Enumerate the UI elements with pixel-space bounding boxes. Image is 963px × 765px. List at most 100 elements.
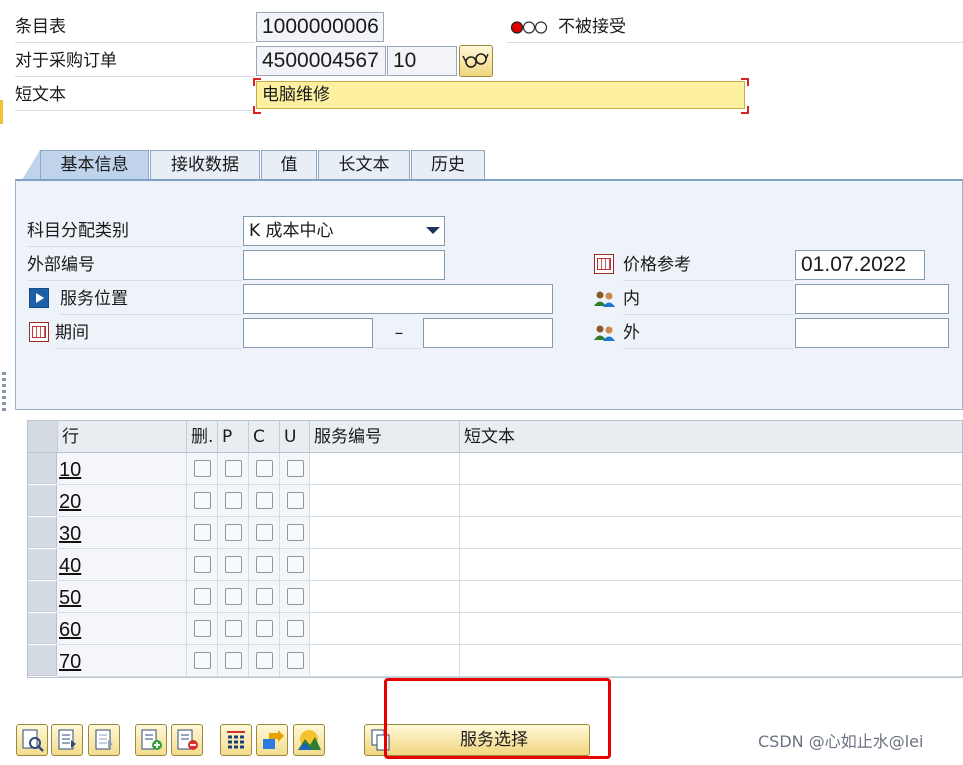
short-text-cell[interactable] <box>460 517 962 549</box>
short-text-cell[interactable] <box>460 613 962 645</box>
u-checkbox[interactable] <box>287 460 304 477</box>
row-selector[interactable] <box>28 453 57 484</box>
short-text-cell[interactable] <box>460 549 962 581</box>
u-checkbox[interactable] <box>287 556 304 573</box>
service-number-cell[interactable] <box>310 453 460 485</box>
col-header-short-text[interactable]: 短文本 <box>460 421 962 453</box>
play-icon[interactable] <box>29 288 49 308</box>
period-to-input[interactable] <box>423 318 553 348</box>
item-list-field[interactable]: 1000000006 <box>256 12 384 42</box>
resize-grip[interactable] <box>2 372 6 412</box>
u-checkbox[interactable] <box>287 524 304 541</box>
po-item-field[interactable]: 10 <box>387 46 457 76</box>
row-selector[interactable] <box>28 613 57 644</box>
service-number-cell[interactable] <box>310 549 460 581</box>
ext-number-input[interactable] <box>243 250 445 280</box>
short-text-cell[interactable] <box>460 485 962 517</box>
service-loc-input[interactable] <box>243 284 553 314</box>
c-checkbox[interactable] <box>256 652 273 669</box>
select-all-corner[interactable] <box>28 421 58 453</box>
delete-checkbox[interactable] <box>194 460 211 477</box>
delete-checkbox[interactable] <box>194 524 211 541</box>
col-header-line[interactable]: 行 <box>58 421 187 453</box>
c-checkbox[interactable] <box>256 460 273 477</box>
p-checkbox[interactable] <box>225 524 242 541</box>
row-selector[interactable] <box>28 485 57 516</box>
line-number-link[interactable]: 70 <box>59 645 81 677</box>
u-checkbox[interactable] <box>287 620 304 637</box>
line-number-link[interactable]: 50 <box>59 581 81 613</box>
chevron-down-icon[interactable] <box>426 227 440 234</box>
deselect-icon[interactable] <box>88 724 120 756</box>
insert-row-icon[interactable] <box>135 724 167 756</box>
delete-checkbox[interactable] <box>194 652 211 669</box>
status-traffic-light-icon <box>510 20 552 35</box>
short-text-cell[interactable] <box>460 581 962 613</box>
tab-basic-info[interactable]: 基本信息 <box>40 150 149 180</box>
service-number-cell[interactable] <box>310 645 460 677</box>
line-number-link[interactable]: 10 <box>59 453 81 485</box>
col-header-u[interactable]: U <box>280 421 310 453</box>
row-selector[interactable] <box>28 581 57 612</box>
row-selector[interactable] <box>28 645 57 676</box>
col-header-p[interactable]: P <box>218 421 249 453</box>
p-checkbox[interactable] <box>225 620 242 637</box>
po-number-field[interactable]: 4500004567 <box>256 46 386 76</box>
external-input[interactable] <box>795 318 949 348</box>
price-ref-input[interactable]: 01.07.2022 <box>795 250 925 280</box>
p-checkbox[interactable] <box>225 652 242 669</box>
checkbox-cell <box>249 549 280 581</box>
period-from-input[interactable] <box>243 318 373 348</box>
service-number-cell[interactable] <box>310 613 460 645</box>
col-header-delete[interactable]: 删. <box>187 421 218 453</box>
display-po-button[interactable] <box>459 45 493 77</box>
service-number-cell[interactable] <box>310 517 460 549</box>
required-corner-tl <box>253 78 261 86</box>
tab-receipt-data[interactable]: 接收数据 <box>150 150 260 180</box>
line-number-link[interactable]: 40 <box>59 549 81 581</box>
delete-checkbox[interactable] <box>194 556 211 573</box>
c-checkbox[interactable] <box>256 588 273 605</box>
delete-checkbox[interactable] <box>194 492 211 509</box>
u-checkbox[interactable] <box>287 492 304 509</box>
row-selector[interactable] <box>28 517 57 548</box>
tab-long-text[interactable]: 长文本 <box>318 150 410 180</box>
line-number-link[interactable]: 30 <box>59 517 81 549</box>
short-text-cell[interactable] <box>460 453 962 485</box>
chart-icon[interactable] <box>293 724 325 756</box>
c-checkbox[interactable] <box>256 524 273 541</box>
row-selector[interactable] <box>28 549 57 580</box>
u-checkbox[interactable] <box>287 588 304 605</box>
service-number-cell[interactable] <box>310 581 460 613</box>
p-checkbox[interactable] <box>225 588 242 605</box>
p-checkbox[interactable] <box>225 492 242 509</box>
c-checkbox[interactable] <box>256 492 273 509</box>
short-text-cell[interactable] <box>460 645 962 677</box>
acct-assign-select[interactable]: K 成本中心 <box>243 216 445 246</box>
internal-input[interactable] <box>795 284 949 314</box>
calendar-icon[interactable] <box>594 254 614 274</box>
delete-checkbox[interactable] <box>194 620 211 637</box>
delete-checkbox[interactable] <box>194 588 211 605</box>
select-all-icon[interactable] <box>51 724 83 756</box>
p-checkbox[interactable] <box>225 460 242 477</box>
c-checkbox[interactable] <box>256 620 273 637</box>
line-number-link[interactable]: 60 <box>59 613 81 645</box>
col-header-c[interactable]: C <box>249 421 280 453</box>
delete-row-icon[interactable] <box>171 724 203 756</box>
col-header-service-number[interactable]: 服务编号 <box>310 421 460 453</box>
services-table: 行 删. P C U 服务编号 短文本 10 20 30 40 50 60 70 <box>27 420 963 678</box>
calculator-icon[interactable] <box>220 724 252 756</box>
tab-values[interactable]: 值 <box>261 150 317 180</box>
service-number-cell[interactable] <box>310 485 460 517</box>
tab-history[interactable]: 历史 <box>411 150 485 180</box>
move-icon[interactable] <box>256 724 288 756</box>
line-number-link[interactable]: 20 <box>59 485 81 517</box>
short-text-input[interactable]: 电脑维修 <box>256 81 745 109</box>
c-checkbox[interactable] <box>256 556 273 573</box>
p-checkbox[interactable] <box>225 556 242 573</box>
u-checkbox[interactable] <box>287 652 304 669</box>
po-label: 对于采购订单 <box>15 46 255 77</box>
detail-icon[interactable] <box>16 724 48 756</box>
calendar-icon[interactable] <box>29 322 49 342</box>
